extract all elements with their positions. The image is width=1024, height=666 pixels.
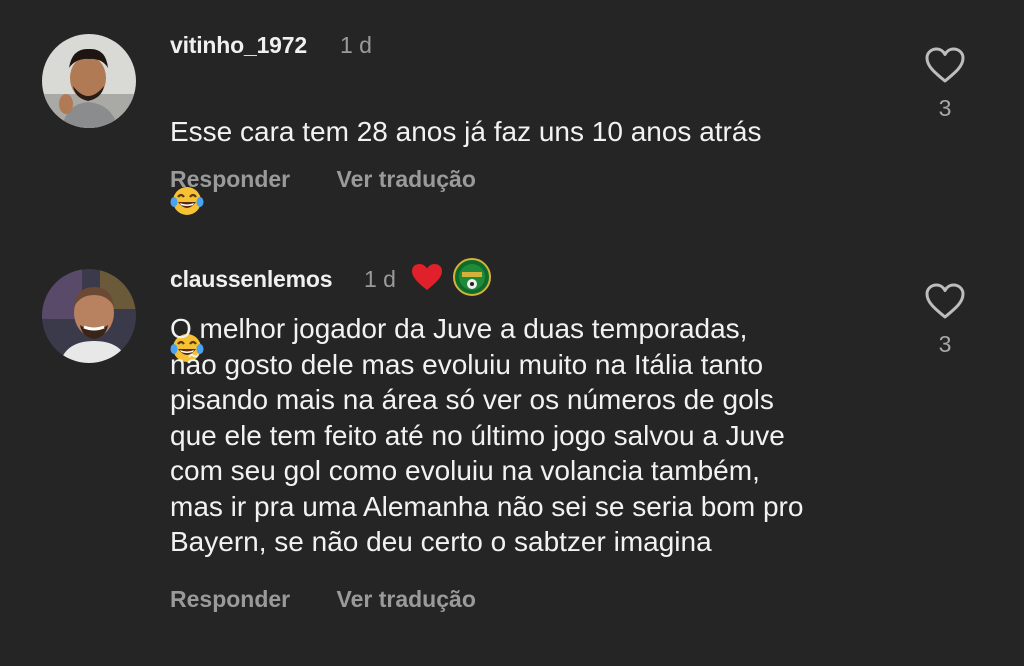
comment-text: Esse cara tem 28 anos já faz uns 10 anos… (170, 115, 762, 147)
comment-actions: Responder Ver tradução (170, 586, 516, 613)
red-heart-icon (410, 262, 444, 297)
team-badge-icon (452, 257, 492, 302)
like-control: 3 (920, 46, 970, 122)
comment-username[interactable]: vitinho_1972 (170, 32, 307, 59)
reply-button[interactable]: Responder (170, 586, 290, 612)
avatar[interactable] (42, 34, 136, 128)
reply-button[interactable]: Responder (170, 166, 290, 192)
comment-username[interactable]: claussenlemos (170, 266, 333, 293)
translate-button[interactable]: Ver tradução (337, 166, 476, 192)
like-count: 3 (938, 331, 952, 357)
like-control: 3 (920, 282, 970, 358)
comment-timestamp: 1 d (340, 32, 372, 58)
translate-button[interactable]: Ver tradução (337, 586, 476, 612)
comment-text: O melhor jogador da Juve a duas temporad… (170, 313, 804, 557)
heart-outline-icon[interactable] (924, 47, 966, 88)
comment-timestamp: 1 d (364, 266, 396, 292)
like-count: 3 (938, 95, 952, 121)
avatar[interactable] (42, 269, 136, 363)
heart-outline-icon[interactable] (924, 283, 966, 324)
comment-actions: Responder Ver tradução (170, 166, 516, 193)
